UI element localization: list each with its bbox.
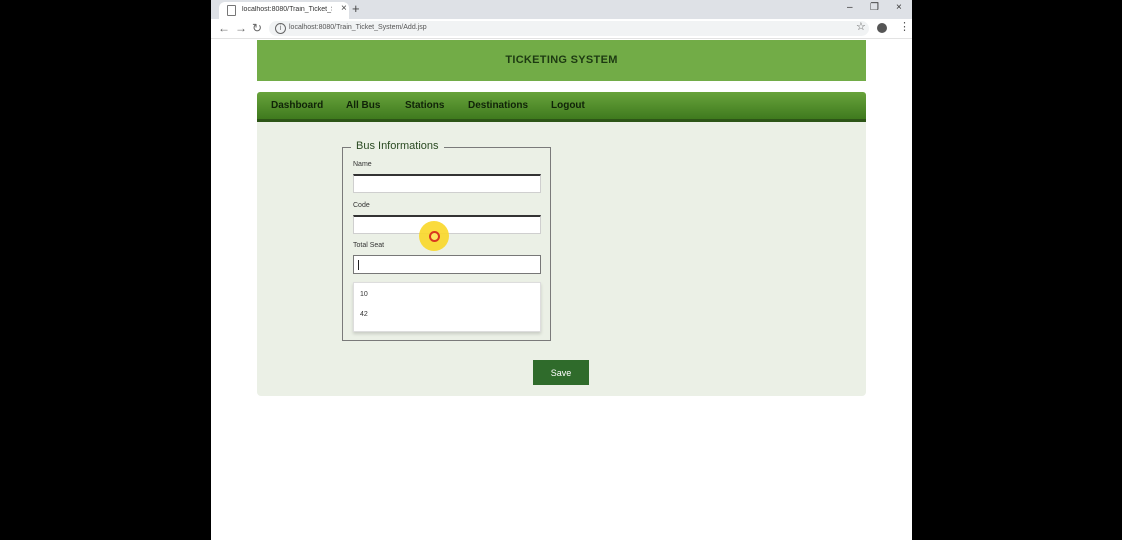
forward-icon[interactable]: →	[235, 22, 247, 34]
fieldset-legend: Bus Informations	[351, 140, 444, 152]
site-title: TICKETING SYSTEM	[505, 54, 618, 66]
name-input[interactable]	[353, 174, 541, 193]
content-panel: Bus Informations Name Code Total Seat 10…	[257, 122, 866, 396]
mouse-cursor-icon	[429, 231, 440, 242]
browser-tab[interactable]: localhost:8080/Train_Ticket_System/ ×	[219, 2, 349, 19]
back-icon[interactable]: ←	[218, 22, 230, 34]
save-button[interactable]: Save	[533, 360, 589, 385]
text-caret	[358, 260, 359, 270]
nav-stations[interactable]: Stations	[405, 100, 444, 111]
total-seat-input[interactable]	[353, 255, 541, 274]
restore-icon[interactable]: ❐	[870, 2, 879, 14]
nav-dashboard[interactable]: Dashboard	[271, 100, 323, 111]
close-window-icon[interactable]: ×	[896, 2, 902, 14]
autocomplete-option[interactable]: 10	[360, 291, 368, 298]
tab-close-icon[interactable]: ×	[341, 4, 347, 14]
info-icon[interactable]: i	[275, 23, 286, 34]
url-text[interactable]: localhost:8080/Train_Ticket_System/Add.j…	[289, 24, 427, 31]
tab-title: localhost:8080/Train_Ticket_System/	[242, 6, 332, 13]
autocomplete-dropdown: 10 42	[353, 282, 541, 332]
page-icon	[227, 5, 236, 16]
address-bar[interactable]: i localhost:8080/Train_Ticket_System/Add…	[269, 21, 869, 36]
name-label: Name	[353, 161, 372, 168]
browser-window: localhost:8080/Train_Ticket_System/ × + …	[211, 0, 912, 540]
code-label: Code	[353, 202, 370, 209]
new-tab-icon[interactable]: +	[352, 2, 360, 15]
browser-toolbar: ← → ↻ i localhost:8080/Train_Ticket_Syst…	[211, 19, 912, 39]
bookmark-star-icon[interactable]: ☆	[856, 21, 866, 33]
main-nav: Dashboard All Bus Stations Destinations …	[257, 92, 866, 122]
reload-icon[interactable]: ↻	[252, 22, 262, 34]
browser-tab-strip: localhost:8080/Train_Ticket_System/ × + …	[211, 0, 912, 19]
menu-icon[interactable]: ⋮	[899, 21, 910, 33]
total-seat-label: Total Seat	[353, 242, 385, 249]
nav-logout[interactable]: Logout	[551, 100, 585, 111]
minimize-icon[interactable]: –	[847, 2, 853, 14]
site-header: TICKETING SYSTEM	[257, 40, 866, 81]
nav-all-bus[interactable]: All Bus	[346, 100, 380, 111]
account-icon[interactable]	[877, 23, 887, 33]
nav-destinations[interactable]: Destinations	[468, 100, 528, 111]
autocomplete-option[interactable]: 42	[360, 311, 368, 318]
